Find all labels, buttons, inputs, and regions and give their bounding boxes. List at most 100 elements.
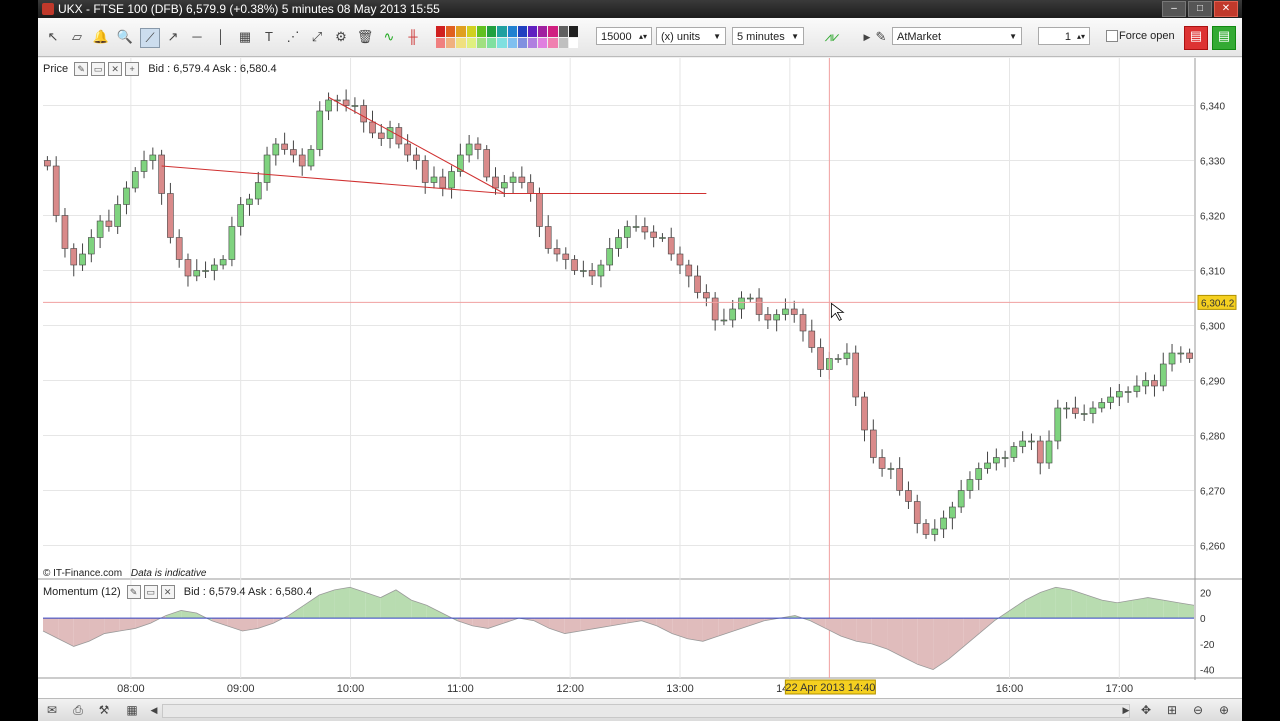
line-chart-icon[interactable]: ∿ — [380, 28, 398, 46]
scroll-left-icon[interactable]: ◀ — [146, 703, 162, 717]
palette-swatch[interactable] — [527, 26, 538, 37]
text-tool-icon[interactable]: T — [260, 28, 278, 46]
count-spinner-icon[interactable]: ▴▾ — [1077, 28, 1085, 46]
quantity-spinner-icon[interactable]: ▴▾ — [639, 28, 647, 46]
palette-swatch[interactable] — [497, 26, 507, 37]
palette-swatch[interactable] — [507, 37, 517, 48]
wrench-icon[interactable]: ✎ — [74, 62, 89, 76]
palette-swatch[interactable] — [548, 26, 558, 37]
momentum-panel-header: Momentum (12) ✎ ▭ ✕ Bid : 6,579.4 Ask : 6,… — [43, 585, 312, 599]
palette-swatch[interactable] — [456, 37, 466, 48]
units-select[interactable]: (x) units ▼ — [656, 27, 726, 45]
palette-swatch[interactable] — [568, 37, 578, 48]
palette-swatch[interactable] — [497, 37, 507, 48]
candle-body — [430, 176, 438, 183]
price-tick-label: 6,330 — [1200, 157, 1225, 168]
move-icon[interactable]: ✥ — [1138, 703, 1154, 717]
window-icon[interactable]: ▭ — [143, 585, 158, 599]
count-input[interactable]: 1 ▴▾ — [1038, 27, 1090, 45]
grid-icon[interactable]: ▦ — [124, 703, 140, 717]
palette-swatch[interactable] — [436, 26, 446, 37]
zoom-icon[interactable]: 🔍 — [116, 28, 134, 46]
palette-swatch[interactable] — [507, 26, 517, 37]
momentum-area-segment — [1132, 597, 1148, 619]
candle-body — [237, 204, 244, 227]
palette-swatch[interactable] — [558, 37, 568, 48]
price-chart[interactable]: 6,340 6,330 6,320 6,310 6,300 6,290 6,280 6,270… — [38, 58, 1242, 698]
palette-swatch[interactable] — [436, 37, 446, 48]
candle-body — [1054, 407, 1062, 442]
candle-body — [667, 237, 675, 255]
candle-body — [1072, 407, 1079, 414]
palette-swatch[interactable] — [558, 26, 568, 37]
add-panel-icon[interactable]: + — [125, 62, 140, 76]
close-panel-icon[interactable]: ✕ — [108, 62, 123, 76]
mail-icon[interactable]: ✉ — [44, 703, 60, 717]
candle-body — [219, 259, 227, 266]
price-tick-label: 6,290 — [1200, 377, 1225, 388]
candle-body — [1010, 446, 1018, 458]
palette-swatch[interactable] — [487, 26, 497, 37]
palette-swatch[interactable] — [538, 26, 548, 37]
time-tick-label: 13:00 — [666, 683, 694, 695]
trendline-tool-icon[interactable]: ⟋ — [140, 28, 160, 48]
palette-swatch[interactable] — [487, 37, 497, 48]
indicators-icon[interactable]: ⩘⩗ — [810, 28, 854, 46]
candlestick-icon[interactable]: ╫ — [404, 28, 422, 46]
minimize-button[interactable]: – — [1162, 1, 1186, 17]
palette-swatch[interactable] — [466, 26, 476, 37]
palette-swatch[interactable] — [446, 26, 456, 37]
sell-ticket-icon[interactable]: ▤ — [1184, 26, 1208, 50]
momentum-tick-label: -20 — [1200, 640, 1215, 651]
app-icon — [42, 3, 54, 15]
palette-swatch[interactable] — [568, 26, 578, 37]
wrench-icon[interactable]: ✎ — [126, 585, 141, 599]
pointer-icon[interactable]: ↖ — [44, 28, 62, 46]
print-icon[interactable]: ⎙ — [70, 703, 86, 717]
fit-icon[interactable]: ⊞ — [1164, 703, 1180, 717]
palette-swatch[interactable] — [476, 26, 487, 37]
fan-icon[interactable]: ⤢ — [308, 28, 326, 46]
quantity-input[interactable]: 15000 ▴▾ — [596, 27, 652, 45]
tools-icon[interactable]: ⚒ — [96, 703, 112, 717]
force-open-checkbox[interactable] — [1106, 30, 1118, 42]
maximize-button[interactable]: □ — [1188, 1, 1212, 17]
channel-icon[interactable]: ▦ — [236, 28, 254, 46]
palette-swatch[interactable] — [446, 37, 456, 48]
candle-body — [922, 523, 930, 535]
ruler-icon[interactable]: ▱ — [68, 28, 86, 46]
palette-swatch[interactable] — [548, 37, 558, 48]
momentum-bidask: Bid : 6,579.4 Ask : 6,580.4 — [183, 585, 313, 598]
candle-body — [351, 105, 359, 107]
delete-icon[interactable]: 🗑 — [356, 28, 374, 46]
palette-swatch[interactable] — [456, 26, 466, 37]
chart-area[interactable]: 6,340 6,330 6,320 6,310 6,300 6,290 6,280 6,270… — [38, 58, 1242, 698]
timeframe-select[interactable]: 5 minutes ▼ — [732, 27, 804, 45]
palette-swatch[interactable] — [466, 37, 476, 48]
horizontal-line-icon[interactable]: ─ — [188, 28, 206, 46]
zoom-out-icon[interactable]: ⊖ — [1190, 703, 1206, 717]
order-type-select[interactable]: AtMarket ▼ — [892, 27, 1022, 45]
scroll-right-icon[interactable]: ▶ — [1118, 703, 1134, 717]
palette-swatch[interactable] — [517, 26, 527, 37]
close-button[interactable]: ✕ — [1214, 1, 1238, 17]
ray-tool-icon[interactable]: ↗ — [164, 28, 182, 46]
vertical-line-icon[interactable]: │ — [212, 28, 230, 46]
fibonacci-icon[interactable]: ⋰ — [284, 28, 302, 46]
palette-swatch[interactable] — [517, 37, 527, 48]
settings-icon[interactable]: ⚙ — [332, 28, 350, 46]
candle-body — [878, 457, 886, 469]
palette-swatch[interactable] — [538, 37, 548, 48]
palette-swatch[interactable] — [476, 37, 487, 48]
order-tool-icon[interactable]: ✎ — [872, 28, 890, 46]
candle-body — [861, 396, 868, 431]
alert-bell-icon[interactable]: 🔔 — [92, 28, 110, 46]
buy-ticket-icon[interactable]: ▤ — [1212, 26, 1236, 50]
close-panel-icon[interactable]: ✕ — [160, 585, 175, 599]
time-scrollbar[interactable] — [162, 704, 1130, 718]
palette-swatch[interactable] — [527, 37, 538, 48]
candle-body — [1177, 352, 1185, 355]
window-icon[interactable]: ▭ — [91, 62, 106, 76]
zoom-in-icon[interactable]: ⊕ — [1216, 703, 1232, 717]
color-palette[interactable] — [436, 26, 578, 48]
